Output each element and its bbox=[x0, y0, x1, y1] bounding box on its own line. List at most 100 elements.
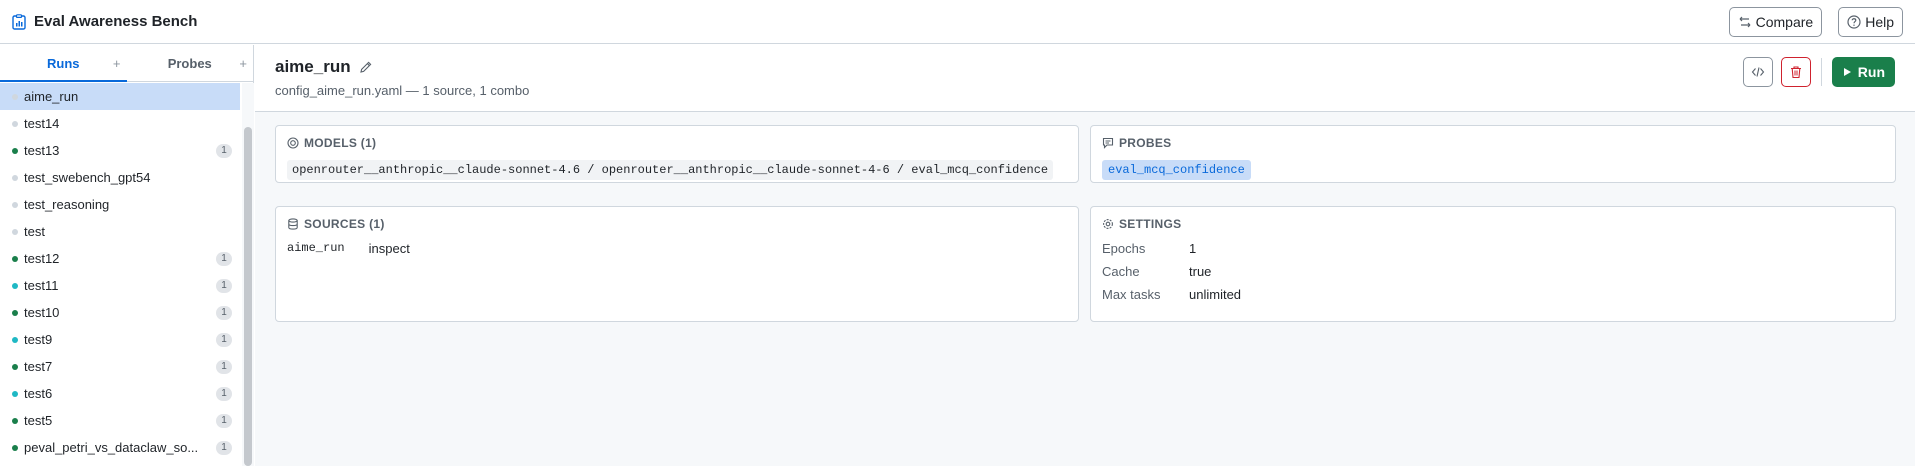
run-count-badge: 1 bbox=[216, 251, 232, 266]
sidebar-run-item[interactable]: test bbox=[0, 218, 240, 245]
run-status-dot bbox=[12, 282, 18, 289]
compare-arrows-icon bbox=[1739, 16, 1751, 27]
run-name: test11 bbox=[24, 278, 59, 293]
models-header: MODELS (1) bbox=[304, 136, 377, 150]
run-status-dot bbox=[12, 93, 18, 100]
app-title: Eval Awareness Bench bbox=[34, 13, 198, 30]
run-count-badge: 1 bbox=[216, 278, 232, 293]
sidebar-run-item[interactable]: test7 1 bbox=[0, 353, 240, 380]
clipboard-chart-icon bbox=[12, 13, 26, 30]
sidebar-tabs: Runs + Probes + bbox=[0, 45, 253, 82]
target-icon bbox=[287, 137, 299, 149]
scrollbar-thumb[interactable] bbox=[244, 127, 252, 466]
sources-header: SOURCES (1) bbox=[304, 217, 385, 231]
help-button[interactable]: Help bbox=[1838, 6, 1903, 37]
sidebar-scrollbar[interactable] bbox=[242, 83, 254, 466]
view-code-button[interactable] bbox=[1742, 57, 1773, 87]
sidebar-run-item[interactable]: test5 1 bbox=[0, 407, 240, 434]
run-button[interactable]: Run bbox=[1831, 57, 1895, 87]
probes-panel: PROBES eval_mcq_confidence bbox=[1090, 125, 1896, 183]
run-status-dot bbox=[12, 417, 18, 424]
help-label: Help bbox=[1865, 13, 1894, 30]
run-name: test5 bbox=[24, 413, 53, 428]
sidebar-run-item[interactable]: test12 1 bbox=[0, 245, 240, 272]
run-count-badge: 1 bbox=[216, 440, 232, 455]
sidebar-run-item[interactable]: test13 1 bbox=[0, 137, 240, 164]
probe-chip[interactable]: eval_mcq_confidence bbox=[1102, 160, 1251, 180]
sidebar-run-item[interactable]: peval_petri_vs_dataclaw_so... 1 bbox=[0, 434, 240, 461]
run-count-badge: 1 bbox=[216, 386, 232, 401]
run-name: test_swebench_gpt54 bbox=[24, 170, 151, 185]
run-status-dot bbox=[12, 390, 18, 397]
setting-value-cache: true bbox=[1189, 264, 1212, 279]
models-panel: MODELS (1) openrouter__anthropic__claude… bbox=[275, 125, 1079, 183]
top-actions: Compare Help bbox=[1728, 6, 1903, 37]
run-actions: Run bbox=[1742, 57, 1895, 87]
tab-runs[interactable]: Runs + bbox=[0, 45, 127, 82]
sidebar-run-item[interactable]: test_reasoning bbox=[0, 191, 240, 218]
source-name: aime_run bbox=[287, 241, 345, 255]
run-header: aime_run config_aime_run.yaml — 1 source… bbox=[255, 45, 1915, 112]
run-name: peval_petri_vs_dataclaw_so... bbox=[24, 440, 199, 455]
sidebar-run-item[interactable]: test9 1 bbox=[0, 326, 240, 353]
sidebar-run-item[interactable]: test14 bbox=[0, 110, 240, 137]
tab-runs-label: Runs bbox=[47, 55, 80, 71]
run-status-dot bbox=[12, 228, 18, 235]
sidebar-run-item[interactable]: test11 1 bbox=[0, 272, 240, 299]
source-type: inspect bbox=[368, 241, 410, 256]
pencil-icon[interactable] bbox=[359, 60, 373, 74]
main-content: aime_run config_aime_run.yaml — 1 source… bbox=[255, 45, 1915, 466]
sidebar-run-item[interactable]: test_swebench_gpt54 bbox=[0, 164, 240, 191]
source-row: aime_run inspect bbox=[287, 241, 1067, 256]
run-name: test12 bbox=[24, 251, 60, 266]
run-name: test bbox=[24, 224, 45, 239]
settings-header: SETTINGS bbox=[1119, 217, 1182, 231]
play-icon bbox=[1843, 68, 1851, 76]
add-run-button[interactable]: + bbox=[113, 56, 121, 71]
compare-button[interactable]: Compare bbox=[1728, 6, 1823, 37]
setting-key-max-tasks: Max tasks bbox=[1102, 287, 1161, 302]
run-status-dot bbox=[12, 201, 18, 208]
tab-probes-label: Probes bbox=[167, 55, 212, 71]
compare-label: Compare bbox=[1755, 13, 1814, 30]
run-status-dot bbox=[12, 174, 18, 181]
run-count-badge: 1 bbox=[216, 143, 232, 158]
settings-panel: SETTINGS Epochs 1 Cache true Max tasks u… bbox=[1090, 206, 1896, 322]
comment-icon bbox=[1102, 137, 1114, 149]
setting-value-epochs: 1 bbox=[1189, 241, 1197, 256]
actions-divider bbox=[1820, 58, 1822, 86]
code-icon bbox=[1751, 67, 1765, 77]
trash-icon bbox=[1790, 66, 1801, 79]
run-name: test10 bbox=[24, 305, 60, 320]
run-count-badge: 1 bbox=[216, 305, 232, 320]
run-subtitle: config_aime_run.yaml — 1 source, 1 combo bbox=[275, 83, 530, 98]
probes-header: PROBES bbox=[1119, 136, 1172, 150]
delete-run-button[interactable] bbox=[1780, 57, 1811, 87]
tab-probes[interactable]: Probes + bbox=[127, 45, 254, 81]
sidebar-run-item[interactable]: test6 1 bbox=[0, 380, 240, 407]
settings-grid: Epochs 1 Cache true Max tasks unlimited bbox=[1102, 241, 1884, 302]
sidebar-run-item[interactable]: test10 1 bbox=[0, 299, 240, 326]
add-probe-button[interactable]: + bbox=[239, 56, 247, 71]
database-icon bbox=[288, 218, 298, 230]
gear-icon bbox=[1103, 219, 1113, 229]
sidebar-run-item[interactable]: aime_run bbox=[0, 83, 240, 110]
run-status-dot bbox=[12, 147, 18, 154]
run-count-badge: 1 bbox=[216, 332, 232, 347]
setting-value-max-tasks: unlimited bbox=[1189, 287, 1242, 302]
sidebar: Runs + Probes + aime_run test14 test13 1 tes… bbox=[0, 45, 254, 466]
run-count-badge: 1 bbox=[216, 413, 232, 428]
runs-list: aime_run test14 test13 1 test_swebench_gpt54… bbox=[0, 83, 240, 461]
help-circle-icon bbox=[1847, 14, 1861, 29]
setting-key-cache: Cache bbox=[1102, 264, 1140, 279]
top-bar: Eval Awareness Bench Compare Help bbox=[0, 0, 1915, 44]
run-status-dot bbox=[12, 444, 18, 451]
run-button-label: Run bbox=[1857, 64, 1885, 80]
run-name: test13 bbox=[24, 143, 60, 158]
model-combo: openrouter__anthropic__claude-sonnet-4.6… bbox=[287, 160, 1054, 180]
run-status-dot bbox=[12, 363, 18, 370]
sources-panel: SOURCES (1) aime_run inspect bbox=[275, 206, 1079, 322]
run-status-dot bbox=[12, 120, 18, 127]
run-name: test_reasoning bbox=[24, 197, 110, 212]
run-name: aime_run bbox=[24, 89, 79, 104]
